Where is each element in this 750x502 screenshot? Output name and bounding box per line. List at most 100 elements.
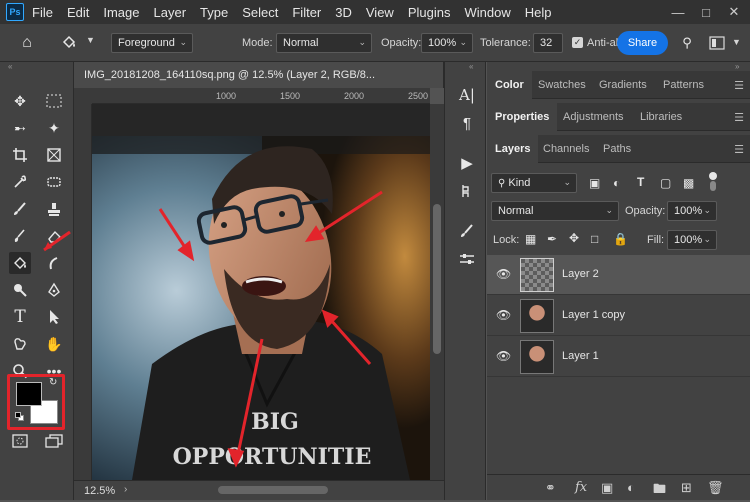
tab-layers[interactable]: Layers — [487, 135, 539, 163]
menu-file[interactable]: File — [32, 5, 53, 20]
lock-position-icon[interactable]: ✥ — [569, 231, 579, 245]
swap-colors-icon[interactable]: ↻ — [49, 377, 57, 388]
clone-stamp-icon[interactable] — [43, 198, 65, 220]
layer-style-icon[interactable]: fx — [575, 480, 587, 495]
pen-tool-icon[interactable] — [43, 279, 65, 301]
lock-artboard-icon[interactable]: □ — [591, 232, 598, 246]
search-icon[interactable]: ⚲ — [676, 32, 698, 54]
character-panel-icon[interactable]: A| — [456, 84, 478, 106]
collapse-panel-icon[interactable]: « — [469, 62, 473, 71]
tab-color[interactable]: Color — [487, 71, 532, 99]
spot-healing-icon[interactable] — [43, 171, 65, 193]
history-brush-icon[interactable] — [9, 225, 31, 247]
vertical-scroll-thumb[interactable] — [433, 204, 441, 354]
filter-pixel-icon[interactable]: ▣ — [589, 176, 600, 190]
filter-toggle[interactable] — [709, 172, 717, 192]
mode-dropdown[interactable]: Normal ⌄ — [276, 33, 372, 53]
custom-shape-icon[interactable] — [9, 333, 31, 355]
vertical-scrollbar[interactable] — [430, 104, 444, 480]
lock-all-icon[interactable]: 🔒 — [613, 232, 628, 246]
tab-gradients[interactable]: Gradients — [591, 71, 655, 99]
collapse-panel-icon[interactable]: « — [8, 62, 12, 71]
layer-row-layer-1[interactable]: 👁 Layer 1 — [487, 337, 750, 377]
panel-menu-icon[interactable]: ☰ — [734, 143, 744, 156]
filter-type-icon[interactable]: T — [637, 175, 644, 189]
tab-properties[interactable]: Properties — [487, 103, 558, 131]
workspace-icon[interactable] — [706, 32, 728, 54]
filter-smart-object-icon[interactable]: ▩ — [683, 176, 694, 190]
foreground-color-swatch[interactable] — [16, 382, 42, 406]
vertical-ruler[interactable] — [74, 104, 92, 480]
horizontal-ruler[interactable]: 1000 1500 2000 2500 — [92, 88, 430, 104]
share-button[interactable]: Share — [617, 31, 668, 55]
workspace-chevron-icon[interactable]: ▼ — [732, 37, 741, 47]
new-group-icon[interactable]: 🖿 — [653, 480, 666, 502]
new-layer-icon[interactable]: ⊞ — [681, 480, 692, 496]
opacity-field[interactable]: 100% ⌄ — [421, 33, 473, 53]
maximize-icon[interactable]: □ — [692, 0, 720, 24]
fill-source-dropdown[interactable]: Foreground ⌄ — [111, 33, 193, 53]
menu-filter[interactable]: Filter — [292, 5, 321, 20]
menu-layer[interactable]: Layer — [154, 5, 187, 20]
brushes-panel-icon[interactable] — [456, 220, 478, 242]
menu-type[interactable]: Type — [200, 5, 228, 20]
crop-tool-icon[interactable] — [9, 144, 31, 166]
add-mask-icon[interactable]: ▣ — [601, 480, 613, 496]
minimize-icon[interactable]: — — [664, 0, 692, 24]
ruler-origin[interactable] — [74, 88, 92, 104]
tab-patterns[interactable]: Patterns — [655, 71, 712, 99]
layer-row-layer-2[interactable]: 👁 Layer 2 — [487, 255, 750, 295]
zoom-level[interactable]: 12.5% — [84, 485, 115, 497]
history-panel-icon[interactable] — [456, 180, 478, 202]
tolerance-field[interactable]: 32 — [533, 33, 563, 53]
menu-view[interactable]: View — [366, 5, 394, 20]
fill-field[interactable]: 100% ⌄ — [667, 230, 717, 250]
tab-libraries[interactable]: Libraries — [632, 103, 690, 131]
filter-shape-icon[interactable]: ▢ — [660, 176, 671, 190]
collapse-panel-icon[interactable]: » — [735, 62, 739, 71]
blend-mode-dropdown[interactable]: Normal ⌄ — [491, 201, 619, 221]
document-tab[interactable]: IMG_20181208_164110sq.png @ 12.5% (Layer… — [74, 62, 444, 88]
delete-layer-icon[interactable]: 🗑 — [707, 480, 724, 496]
rectangular-marquee-icon[interactable] — [43, 90, 65, 112]
link-layers-icon[interactable]: ⚭ — [545, 480, 556, 496]
visibility-eye-icon[interactable]: 👁 — [496, 267, 511, 281]
canvas-area[interactable]: BIG OPPORTUNITIE — [92, 104, 430, 480]
layer-opacity-field[interactable]: 100% ⌄ — [667, 201, 717, 221]
menu-window[interactable]: Window — [464, 5, 510, 20]
visibility-eye-icon[interactable]: 👁 — [496, 349, 511, 363]
home-icon[interactable]: ⌂ — [16, 32, 38, 54]
default-colors-icon[interactable] — [15, 412, 25, 422]
dodge-tool-icon[interactable] — [9, 279, 31, 301]
paint-bucket-tool-icon[interactable] — [9, 252, 31, 274]
tab-adjustments[interactable]: Adjustments — [555, 103, 632, 131]
paragraph-panel-icon[interactable]: ¶ — [456, 112, 478, 134]
path-selection-icon[interactable] — [43, 306, 65, 328]
visibility-eye-icon[interactable]: 👁 — [496, 308, 511, 322]
hand-tool-icon[interactable]: ✋ — [43, 333, 65, 355]
magic-wand-icon[interactable]: ✦ — [43, 117, 65, 139]
tab-swatches[interactable]: Swatches — [530, 71, 594, 99]
antialias-checkbox[interactable]: ✓ — [572, 37, 583, 48]
menu-3d[interactable]: 3D — [335, 5, 352, 20]
menu-help[interactable]: Help — [525, 5, 552, 20]
tool-preset-chevron-icon[interactable]: ▼ — [86, 35, 95, 45]
screen-mode-icon[interactable] — [43, 430, 65, 452]
layer-filter-dropdown[interactable]: ⚲ Kind ⌄ — [491, 173, 577, 193]
horizontal-scroll-thumb[interactable] — [218, 486, 328, 494]
adjustment-layer-icon[interactable]: ◐ — [627, 480, 635, 495]
frame-tool-icon[interactable] — [43, 144, 65, 166]
lock-image-pixels-icon[interactable]: ✒ — [547, 232, 557, 246]
menu-edit[interactable]: Edit — [67, 5, 89, 20]
lasso-tool-icon[interactable]: ➸ — [9, 117, 31, 139]
tab-channels[interactable]: Channels — [535, 135, 597, 163]
filter-adjustment-icon[interactable]: ◐ — [613, 176, 620, 190]
tab-paths[interactable]: Paths — [595, 135, 639, 163]
menu-plugins[interactable]: Plugins — [408, 5, 451, 20]
panel-menu-icon[interactable]: ☰ — [734, 79, 744, 92]
status-menu-icon[interactable]: › — [124, 484, 127, 495]
brush-settings-icon[interactable] — [456, 248, 478, 270]
menu-image[interactable]: Image — [103, 5, 139, 20]
lock-transparent-pixels-icon[interactable]: ▦ — [525, 232, 536, 246]
menu-select[interactable]: Select — [242, 5, 278, 20]
